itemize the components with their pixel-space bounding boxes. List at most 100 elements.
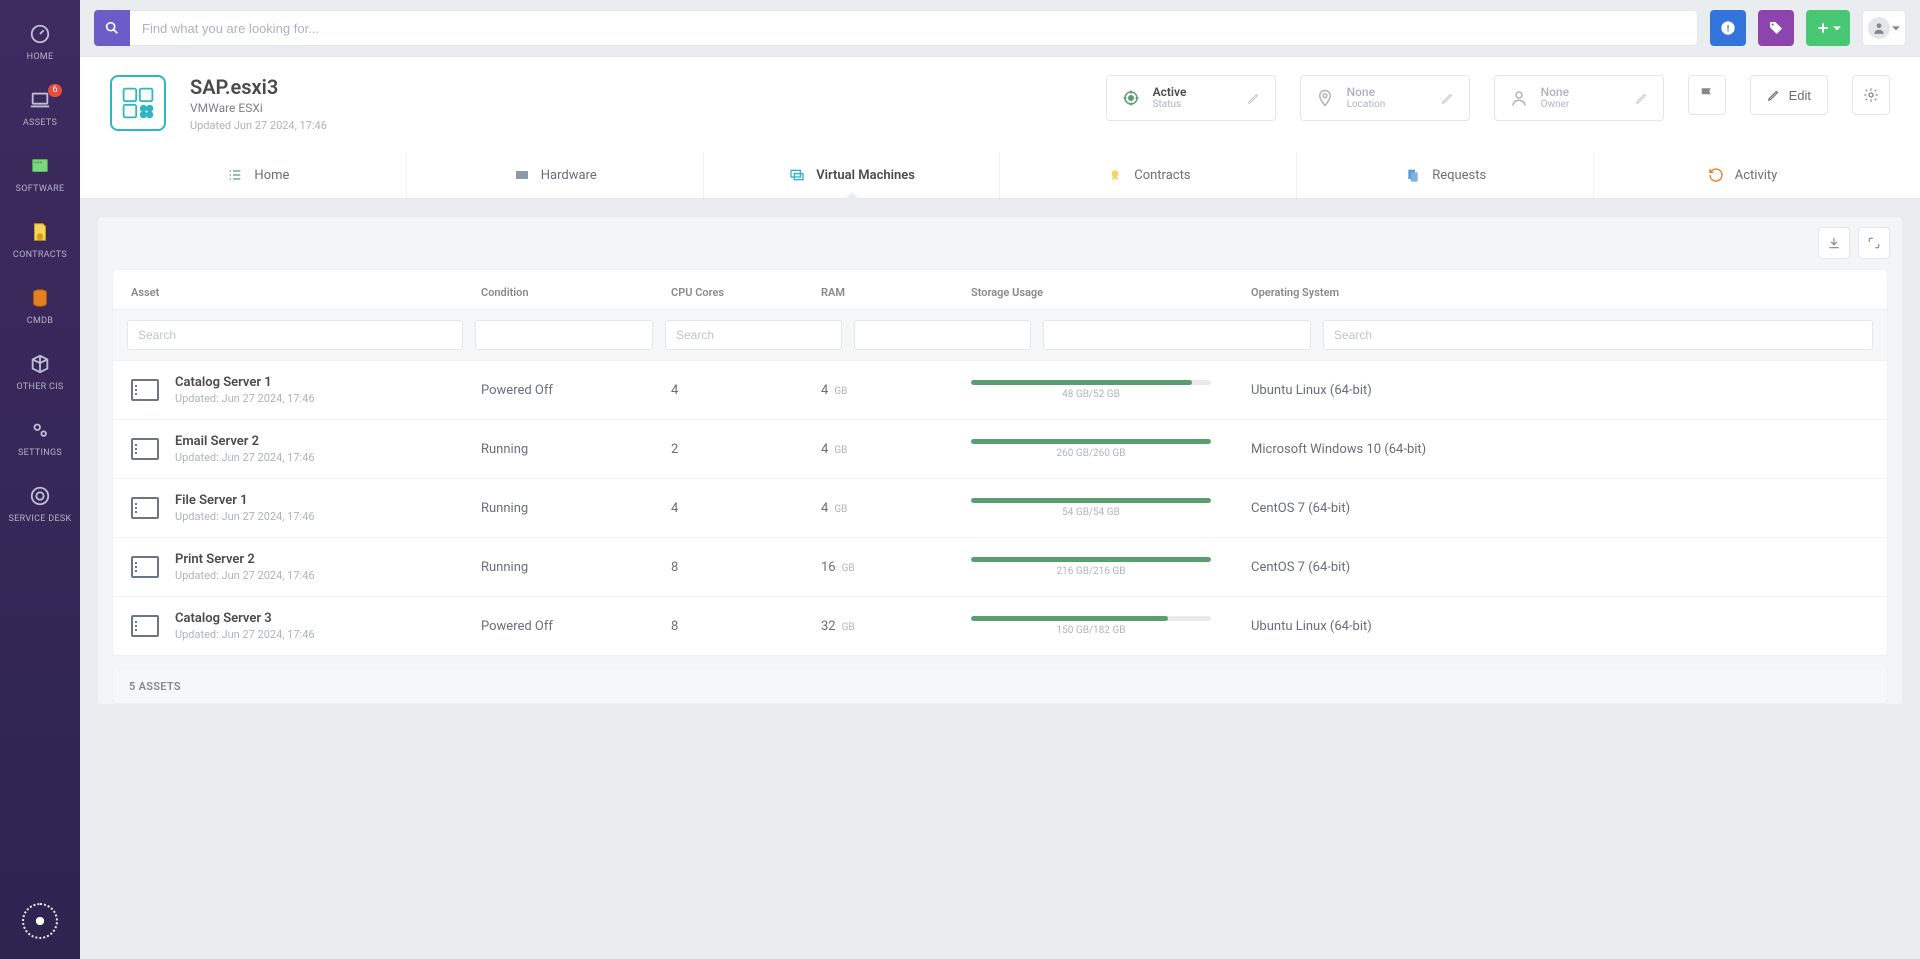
row-storage: 150 GB/182 GB xyxy=(971,616,1251,636)
vm-panel: Asset Condition CPU Cores RAM Storage Us… xyxy=(98,217,1902,704)
sidebar-item-assets[interactable]: 6 ASSETS xyxy=(0,74,80,140)
th-ram[interactable]: RAM xyxy=(821,286,971,299)
row-updated: Updated: Jun 27 2024, 17:46 xyxy=(175,451,315,464)
tab-virtual-machines[interactable]: Virtual Machines xyxy=(704,152,1001,198)
row-storage: 48 GB/52 GB xyxy=(971,380,1251,400)
tab-contracts[interactable]: Contracts xyxy=(1000,152,1297,198)
vm-row-icon xyxy=(131,497,159,519)
search-input[interactable] xyxy=(130,10,1698,46)
table-row[interactable]: Print Server 2 Updated: Jun 27 2024, 17:… xyxy=(113,538,1887,597)
tabs: Home Hardware Virtual Machines Contracts… xyxy=(110,152,1890,198)
filter-asset-input[interactable] xyxy=(127,320,463,350)
alert-button[interactable]: ! xyxy=(1710,10,1746,46)
sidebar-item-label: CMDB xyxy=(27,316,53,326)
th-asset[interactable]: Asset xyxy=(131,286,481,299)
row-os: Microsoft Windows 10 (64-bit) xyxy=(1251,442,1869,457)
th-os[interactable]: Operating System xyxy=(1251,286,1869,299)
row-name: Email Server 2 xyxy=(175,434,315,449)
row-ram: 4GB xyxy=(821,383,971,398)
owner-pill[interactable]: NoneOwner xyxy=(1494,75,1664,121)
edit-icon xyxy=(1247,91,1261,105)
filter-ram-input[interactable] xyxy=(854,320,1031,350)
edit-icon xyxy=(1441,91,1455,105)
sidebar-item-software[interactable]: SOFTWARE xyxy=(0,140,80,206)
cube-icon xyxy=(28,352,52,376)
tab-label: Contracts xyxy=(1134,168,1190,183)
row-name: Catalog Server 3 xyxy=(175,611,315,626)
th-cpu[interactable]: CPU Cores xyxy=(671,286,821,299)
filter-cpu-input[interactable] xyxy=(665,320,842,350)
brand-logo-icon xyxy=(22,903,58,939)
row-condition: Powered Off xyxy=(481,619,671,634)
row-ram: 4GB xyxy=(821,501,971,516)
tab-requests[interactable]: Requests xyxy=(1297,152,1594,198)
sidebar-item-label: ASSETS xyxy=(23,118,57,128)
db-icon xyxy=(28,286,52,310)
table-row[interactable]: Email Server 2 Updated: Jun 27 2024, 17:… xyxy=(113,420,1887,479)
th-condition[interactable]: Condition xyxy=(481,286,671,299)
row-updated: Updated: Jun 27 2024, 17:46 xyxy=(175,392,315,405)
sidebar-item-service-desk[interactable]: SERVICE DESK xyxy=(0,470,80,536)
filter-storage-input[interactable] xyxy=(1043,320,1311,350)
row-os: CentOS 7 (64-bit) xyxy=(1251,560,1869,575)
contract-icon xyxy=(1106,166,1124,184)
row-condition: Running xyxy=(481,560,671,575)
sidebar-item-home[interactable]: HOME xyxy=(0,8,80,74)
asset-type-icon xyxy=(110,75,166,131)
table-row[interactable]: Catalog Server 3 Updated: Jun 27 2024, 1… xyxy=(113,597,1887,655)
activity-icon xyxy=(1707,166,1725,184)
settings-button[interactable] xyxy=(1852,75,1890,115)
status-value: Active xyxy=(1153,86,1235,99)
tab-activity[interactable]: Activity xyxy=(1594,152,1890,198)
tab-hardware[interactable]: Hardware xyxy=(407,152,704,198)
row-condition: Running xyxy=(481,442,671,457)
sidebar-item-contracts[interactable]: CONTRACTS xyxy=(0,206,80,272)
status-label: Status xyxy=(1153,99,1235,110)
target-icon xyxy=(1121,88,1141,108)
owner-value: None xyxy=(1541,86,1623,99)
row-cpu: 2 xyxy=(671,442,821,457)
table-row[interactable]: File Server 1 Updated: Jun 27 2024, 17:4… xyxy=(113,479,1887,538)
search-button[interactable] xyxy=(94,10,130,46)
sidebar-item-label: SERVICE DESK xyxy=(9,514,72,524)
location-pill[interactable]: NoneLocation xyxy=(1300,75,1470,121)
sidebar-item-cmdb[interactable]: CMDB xyxy=(0,272,80,338)
edit-button[interactable]: Edit xyxy=(1750,75,1828,115)
requests-icon xyxy=(1404,166,1422,184)
filter-condition-input[interactable] xyxy=(475,320,653,350)
sidebar-item-label: SETTINGS xyxy=(18,448,62,458)
lifebuoy-icon xyxy=(28,484,52,508)
row-condition: Running xyxy=(481,501,671,516)
download-button[interactable] xyxy=(1818,227,1850,259)
filter-os-input[interactable] xyxy=(1323,320,1873,350)
user-menu-button[interactable] xyxy=(1862,10,1906,46)
tab-home[interactable]: Home xyxy=(110,152,407,198)
row-ram: 4GB xyxy=(821,442,971,457)
table-row[interactable]: Catalog Server 1 Updated: Jun 27 2024, 1… xyxy=(113,361,1887,420)
expand-button[interactable] xyxy=(1858,227,1890,259)
map-pin-icon xyxy=(1315,88,1335,108)
window-icon xyxy=(28,154,52,178)
add-button[interactable] xyxy=(1806,10,1850,46)
sidebar: HOME 6 ASSETS SOFTWARE CONTRACTS CMDB OT… xyxy=(0,0,80,959)
avatar-icon xyxy=(1868,17,1890,39)
asset-title: SAP.esxi3 xyxy=(190,75,327,99)
edit-icon xyxy=(1635,91,1649,105)
row-updated: Updated: Jun 27 2024, 17:46 xyxy=(175,569,315,582)
sidebar-item-other-cis[interactable]: OTHER CIs xyxy=(0,338,80,404)
tab-label: Requests xyxy=(1432,168,1486,183)
sidebar-item-label: HOME xyxy=(27,52,54,62)
gauge-icon xyxy=(28,22,52,46)
flag-button[interactable] xyxy=(1688,75,1726,115)
tag-button[interactable] xyxy=(1758,10,1794,46)
file-icon xyxy=(28,220,52,244)
row-os: Ubuntu Linux (64-bit) xyxy=(1251,619,1869,634)
th-storage[interactable]: Storage Usage xyxy=(971,286,1251,299)
sidebar-badge: 6 xyxy=(48,84,62,97)
vm-row-icon xyxy=(131,379,159,401)
status-pill[interactable]: ActiveStatus xyxy=(1106,75,1276,121)
tab-label: Virtual Machines xyxy=(816,168,915,183)
edit-button-label: Edit xyxy=(1789,88,1811,103)
topbar: ! xyxy=(80,0,1920,56)
sidebar-item-settings[interactable]: SETTINGS xyxy=(0,404,80,470)
